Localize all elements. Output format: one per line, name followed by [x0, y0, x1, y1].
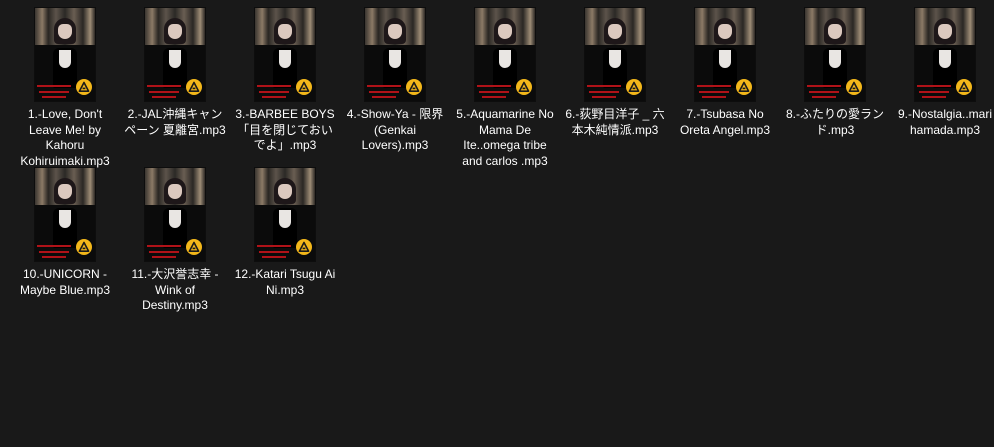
audio-file-icon	[626, 79, 642, 95]
audio-file-icon	[186, 239, 202, 255]
album-art-thumbnail	[365, 8, 425, 101]
file-item-2[interactable]: 2.-JAL沖縄キャンペーン 夏離宮.mp3	[122, 8, 228, 138]
album-art-caption	[697, 85, 735, 98]
audio-file-icon	[76, 79, 92, 95]
album-art-caption	[917, 85, 955, 98]
file-name-label: 1.-Love, Don't Leave Me! by Kahoru Kohir…	[20, 107, 110, 168]
album-art-thumbnail	[255, 168, 315, 261]
file-name-label: 11.-大沢誉志幸 - Wink of Destiny.mp3	[131, 267, 219, 312]
file-item-5[interactable]: 5.-Aquamarine No Mama De Ite..omega trib…	[452, 8, 558, 169]
file-name-label: 12.-Katari Tsugu Ai Ni.mp3	[234, 267, 336, 297]
album-art-thumbnail	[695, 8, 755, 101]
audio-file-icon	[516, 79, 532, 95]
album-art-caption	[37, 85, 75, 98]
file-item-1[interactable]: 1.-Love, Don't Leave Me! by Kahoru Kohir…	[12, 8, 118, 169]
file-item-8[interactable]: 8.-ふたりの愛ランド.mp3	[782, 8, 888, 138]
file-name-label: 4.-Show-Ya - 限界 (Genkai Lovers).mp3	[346, 107, 444, 152]
file-item-7[interactable]: 7.-Tsubasa No Oreta Angel.mp3	[672, 8, 778, 138]
audio-file-icon	[296, 239, 312, 255]
file-item-3[interactable]: 3.-BARBEE BOYS「目を閉じておいでよ」.mp3	[232, 8, 338, 154]
file-item-12[interactable]: 12.-Katari Tsugu Ai Ni.mp3	[232, 168, 338, 298]
audio-file-icon	[736, 79, 752, 95]
album-art-thumbnail	[35, 168, 95, 261]
audio-file-icon	[846, 79, 862, 95]
file-item-6[interactable]: 6.-荻野目洋子 _ 六本木純情派.mp3	[562, 8, 668, 138]
file-item-4[interactable]: 4.-Show-Ya - 限界 (Genkai Lovers).mp3	[342, 8, 448, 154]
album-art-caption	[147, 85, 185, 98]
audio-file-icon	[956, 79, 972, 95]
album-art-caption	[37, 245, 75, 258]
album-art-caption	[807, 85, 845, 98]
file-name-label: 10.-UNICORN - Maybe Blue.mp3	[19, 267, 111, 297]
album-art-thumbnail	[145, 168, 205, 261]
file-item-11[interactable]: 11.-大沢誉志幸 - Wink of Destiny.mp3	[122, 168, 228, 314]
audio-file-icon	[76, 239, 92, 255]
file-item-9[interactable]: 9.-Nostalgia..mari hamada.mp3	[892, 8, 994, 138]
file-name-label: 2.-JAL沖縄キャンペーン 夏離宮.mp3	[124, 107, 226, 137]
audio-file-icon	[406, 79, 422, 95]
album-art-thumbnail	[35, 8, 95, 101]
album-art-caption	[587, 85, 625, 98]
file-name-label: 5.-Aquamarine No Mama De Ite..omega trib…	[456, 107, 554, 168]
album-art-thumbnail	[475, 8, 535, 101]
album-art-thumbnail	[805, 8, 865, 101]
file-name-label: 7.-Tsubasa No Oreta Angel.mp3	[679, 107, 771, 137]
file-name-label: 3.-BARBEE BOYS「目を閉じておいでよ」.mp3	[235, 107, 335, 152]
file-explorer-view: 1.-Love, Don't Leave Me! by Kahoru Kohir…	[0, 0, 994, 447]
album-art-caption	[257, 85, 295, 98]
file-item-10[interactable]: 10.-UNICORN - Maybe Blue.mp3	[12, 168, 118, 298]
album-art-caption	[147, 245, 185, 258]
file-name-label: 6.-荻野目洋子 _ 六本木純情派.mp3	[565, 107, 665, 137]
album-art-thumbnail	[145, 8, 205, 101]
audio-file-icon	[186, 79, 202, 95]
audio-file-icon	[296, 79, 312, 95]
album-art-caption	[367, 85, 405, 98]
album-art-caption	[477, 85, 515, 98]
file-name-label: 8.-ふたりの愛ランド.mp3	[785, 107, 884, 137]
file-name-label: 9.-Nostalgia..mari hamada.mp3	[897, 107, 993, 137]
album-art-thumbnail	[255, 8, 315, 101]
album-art-thumbnail	[585, 8, 645, 101]
album-art-caption	[257, 245, 295, 258]
album-art-thumbnail	[915, 8, 975, 101]
